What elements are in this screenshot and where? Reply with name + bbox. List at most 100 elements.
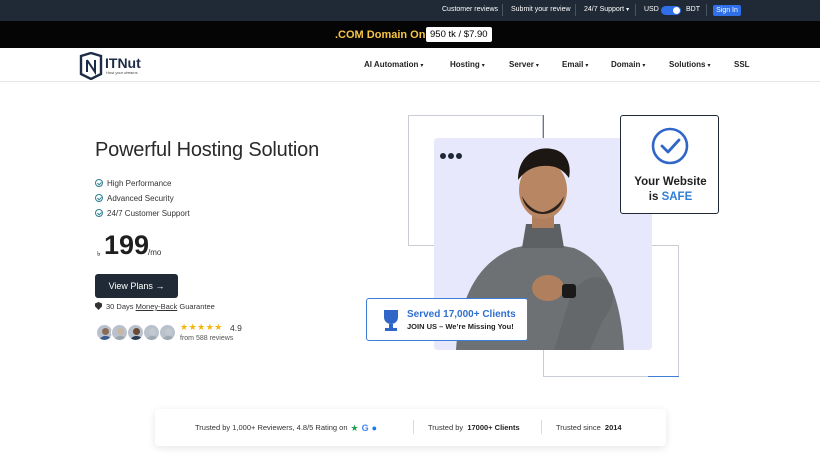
avatar-head (117, 328, 124, 335)
shield-icon (95, 302, 102, 310)
guarantee-prefix: 30 Days (106, 302, 136, 311)
trust-reviewers-text: Trusted by 1,000+ Reviewers, 4.8/5 Ratin… (195, 423, 348, 432)
avatar-head (102, 328, 109, 335)
safe-word: SAFE (661, 191, 693, 203)
avatar-body (99, 336, 112, 340)
check-circle-icon (95, 194, 103, 202)
chevron-down-icon: ▾ (642, 63, 646, 69)
nav-hosting[interactable]: Hosting ▾ (450, 60, 485, 69)
served-title: Served 17,000+ Clients (407, 309, 516, 320)
avatar-head (165, 328, 172, 335)
safe-line1: Your Website (634, 176, 707, 188)
view-plans-button[interactable]: View Plans → (95, 274, 178, 298)
nav-ai-automation[interactable]: AI Automation ▾ (364, 60, 423, 69)
check-circle-icon (95, 209, 103, 217)
check-circle-icon (95, 179, 103, 187)
trophy-icon (384, 310, 398, 331)
feature-label: 24/7 Customer Support (107, 209, 190, 218)
support-menu[interactable]: 24/7 Support ▾ (584, 6, 629, 13)
website-safe-card: Your Website is SAFE (620, 115, 719, 214)
star-rating-icon: ★★★★★ (180, 322, 223, 332)
divider (413, 420, 414, 434)
chevron-down-icon: ▾ (481, 63, 485, 69)
facebook-icon: ● (371, 423, 378, 433)
nav-label: Solutions (669, 60, 706, 69)
trust-clients: Trusted by 17000+ Clients (428, 423, 520, 432)
decorative-accent (543, 115, 544, 138)
promo-banner[interactable]: .COM Domain Only 950 tk / $7.90 (0, 21, 820, 48)
nav-server[interactable]: Server ▾ (509, 60, 539, 69)
nav-label: Email (562, 60, 584, 69)
customer-reviews-link[interactable]: Customer reviews (442, 6, 498, 13)
chevron-down-icon: ▾ (420, 63, 424, 69)
promo-text: .COM Domain Only (335, 29, 435, 41)
dot (456, 153, 462, 159)
chevron-down-icon: ▾ (585, 63, 589, 69)
safe-line2: is SAFE (621, 190, 720, 205)
trust-since: Trusted since 2014 (556, 423, 622, 432)
promo-price-badge: 950 tk / $7.90 (426, 27, 492, 42)
review-count[interactable]: from 588 reviews (180, 335, 233, 342)
chevron-down-icon: ▾ (626, 7, 630, 13)
google-icon: G (361, 423, 369, 433)
nav-email[interactable]: Email ▾ (562, 60, 588, 69)
price-value: 199 (104, 230, 150, 260)
safe-message: Your Website is SAFE (621, 175, 720, 205)
currency-bdt-label: BDT (686, 6, 700, 13)
divider (706, 4, 707, 16)
trust-clients-value: 17000+ Clients (467, 423, 520, 432)
divider (502, 4, 503, 16)
served-subtitle: JOIN US – We’re Missing You! (407, 322, 514, 331)
avatar-body (162, 336, 175, 340)
feature-item: Advanced Security (95, 194, 174, 203)
divider (575, 4, 576, 16)
currency-toggle[interactable] (661, 6, 681, 15)
toggle-knob (673, 7, 680, 14)
price-period: /mo (148, 248, 162, 257)
safe-line2-prefix: is (648, 191, 662, 203)
money-back-guarantee: 30 Days Money-Back Guarantee (95, 302, 215, 311)
trust-reviewers: Trusted by 1,000+ Reviewers, 4.8/5 Ratin… (195, 423, 377, 434)
submit-review-link[interactable]: Submit your review (511, 6, 571, 13)
avatar (159, 324, 176, 341)
feature-item: High Performance (95, 179, 171, 188)
nav-label: Hosting (450, 60, 480, 69)
main-nav: ITNut Host your dreams AI Automation ▾ Ho… (0, 48, 820, 82)
arrow-right-icon: → (155, 281, 165, 291)
sign-in-button[interactable]: Sign In (713, 5, 741, 16)
utility-bar: Customer reviews Submit your review 24/7… (0, 0, 820, 21)
nav-ssl[interactable]: SSL (734, 60, 750, 69)
nav-domain[interactable]: Domain ▾ (611, 60, 645, 69)
chevron-down-icon: ▾ (535, 63, 539, 69)
brand-tagline: Host your dreams (106, 70, 138, 75)
rating-value: 4.9 (230, 323, 242, 333)
support-label: 24/7 Support (584, 6, 625, 13)
chevron-down-icon: ▾ (707, 63, 711, 69)
feature-item: 24/7 Customer Support (95, 209, 190, 218)
served-clients-card: Served 17,000+ Clients JOIN US – We’re M… (366, 298, 528, 341)
nav-solutions[interactable]: Solutions ▾ (669, 60, 710, 69)
money-back-link[interactable]: Money-Back (136, 302, 178, 311)
dot (448, 153, 454, 159)
currency-symbol: ৳ (97, 251, 101, 258)
dot (440, 153, 446, 159)
nav-label: Domain (611, 60, 641, 69)
trust-clients-prefix: Trusted by (428, 423, 464, 432)
brand-name[interactable]: ITNut (105, 55, 141, 71)
avatar-body (114, 336, 127, 340)
feature-label: Advanced Security (107, 194, 174, 203)
window-dots (440, 146, 464, 164)
decorative-accent (648, 376, 679, 377)
divider (541, 420, 542, 434)
divider (635, 4, 636, 16)
hero-title: Powerful Hosting Solution (95, 139, 320, 161)
check-circle-icon (651, 127, 689, 165)
trust-since-value: 2014 (604, 423, 622, 432)
avatar-body (130, 336, 143, 340)
nav-label: AI Automation (364, 60, 419, 69)
view-plans-label: View Plans (108, 281, 153, 291)
feature-label: High Performance (107, 179, 172, 188)
avatar-body (146, 336, 159, 340)
avatar-head (149, 328, 156, 335)
avatar (111, 324, 128, 341)
